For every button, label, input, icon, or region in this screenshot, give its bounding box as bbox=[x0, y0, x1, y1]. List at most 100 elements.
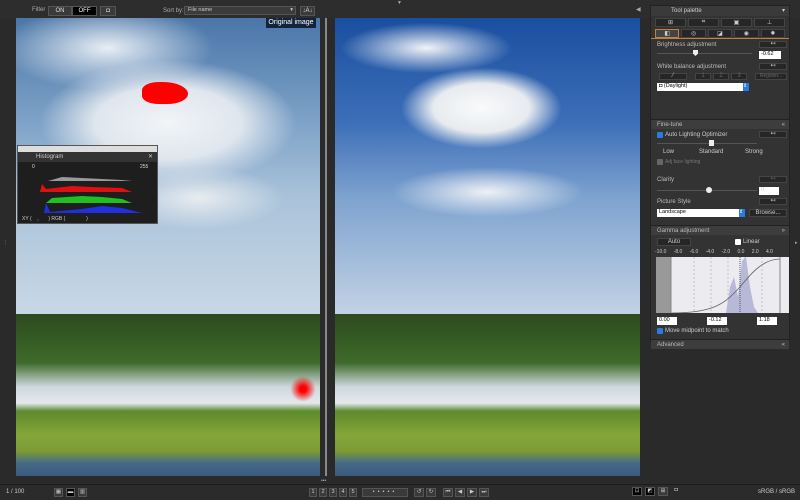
gamma-header[interactable]: Gamma adjustment» bbox=[651, 225, 789, 235]
af-point-icon[interactable]: ⊡ bbox=[632, 487, 642, 496]
brightness-slider[interactable] bbox=[657, 53, 752, 54]
alo-slider-thumb[interactable] bbox=[709, 140, 714, 146]
rating-2-button[interactable]: 2 bbox=[319, 488, 327, 497]
tick: 2.0 bbox=[751, 249, 759, 255]
brightness-reset-button[interactable]: ↤ bbox=[759, 41, 787, 48]
rotate-right-icon[interactable]: ↻ bbox=[426, 488, 436, 497]
black-point-input[interactable]: 0.00 bbox=[657, 317, 677, 325]
filter-on-button[interactable]: ON bbox=[48, 6, 72, 16]
wb-reset-button[interactable]: ↤ bbox=[759, 63, 787, 70]
split-divider[interactable] bbox=[325, 18, 327, 476]
histogram-chart bbox=[40, 177, 142, 213]
expand-left-icon[interactable]: ⋮ bbox=[3, 240, 8, 246]
alo-reset-button[interactable]: ↤ bbox=[759, 131, 787, 138]
wb-preset-1[interactable]: 1 bbox=[695, 73, 711, 80]
filter-label: Filter bbox=[32, 7, 46, 13]
clarity-reset-button[interactable]: ↤ bbox=[759, 176, 787, 183]
picture-style-select[interactable]: Landscape ⇕ bbox=[657, 209, 745, 217]
star-rating[interactable]: ••••• bbox=[362, 488, 408, 497]
brightness-slider-thumb[interactable] bbox=[693, 50, 698, 56]
picture-style-reset-button[interactable]: ↤ bbox=[759, 198, 787, 205]
camera-icon[interactable]: ◘ bbox=[671, 487, 681, 496]
luma-histogram bbox=[48, 177, 132, 181]
rating-1-button[interactable]: 1 bbox=[309, 488, 317, 497]
original-image-label: Original image bbox=[266, 18, 316, 28]
tick: -4.0 bbox=[705, 249, 715, 255]
alo-slider[interactable] bbox=[657, 143, 757, 144]
rating-5-button[interactable]: 5 bbox=[349, 488, 357, 497]
linear-checkbox[interactable] bbox=[735, 239, 741, 245]
gamma-curve-graph[interactable] bbox=[656, 257, 789, 313]
grid-overlay-icon[interactable]: ⊞ bbox=[658, 487, 668, 496]
expand-right-icon[interactable]: ▸ bbox=[795, 240, 798, 246]
original-image[interactable]: Original image bbox=[16, 18, 320, 476]
compare-view-icon[interactable]: ▥ bbox=[78, 488, 87, 497]
rating-buttons: 1 2 3 4 5 bbox=[309, 488, 357, 497]
tab-exposure[interactable]: ◧ bbox=[655, 29, 680, 38]
rotate-left-icon[interactable]: ↺ bbox=[414, 488, 424, 497]
basic-section: Brightness adjustment ↤ -0.62 White bala… bbox=[651, 39, 789, 119]
wb-preset-3[interactable]: 3 bbox=[731, 73, 747, 80]
highlight-warning bbox=[288, 374, 318, 404]
white-point-input[interactable]: 1.18 bbox=[757, 317, 777, 325]
grid-view-icon[interactable]: ▦ bbox=[54, 488, 63, 497]
brightness-label: Brightness adjustment bbox=[657, 42, 717, 48]
tab-lens[interactable]: ◎ bbox=[681, 29, 706, 38]
tab-color[interactable]: ◉ bbox=[734, 29, 759, 38]
clarity-slider-thumb[interactable] bbox=[706, 187, 712, 193]
alo-checkbox[interactable] bbox=[657, 132, 663, 138]
fine-tune-header[interactable]: Fine-tune « bbox=[651, 119, 789, 129]
wb-preset-2[interactable]: 2 bbox=[713, 73, 729, 80]
edited-image[interactable] bbox=[335, 18, 640, 476]
tab-crop[interactable]: ⌗ bbox=[688, 18, 719, 27]
xy-sep: , bbox=[37, 216, 39, 222]
sort-select[interactable]: File name ▾ bbox=[184, 6, 296, 15]
tick: -6.0 bbox=[689, 249, 699, 255]
wb-eyedropper-button[interactable]: ⁄ bbox=[659, 73, 687, 80]
tab-settings[interactable]: ✹ bbox=[760, 29, 786, 38]
collapse-top-icon[interactable]: ▼ bbox=[397, 0, 402, 6]
first-image-icon[interactable]: ⏮ bbox=[443, 488, 453, 497]
midpoint-input[interactable]: -0.12 bbox=[707, 317, 727, 325]
tick: -8.0 bbox=[673, 249, 683, 255]
histogram-window[interactable]: Histogram ✕ 0 255 XY ( , ) RGB ( ) bbox=[17, 145, 158, 224]
collapse-left-icon[interactable]: ◀ bbox=[636, 6, 641, 13]
brightness-input[interactable]: -0.62 bbox=[759, 51, 781, 59]
gamma-auto-button[interactable]: Auto bbox=[657, 238, 691, 246]
filter-off-button[interactable]: OFF bbox=[72, 6, 97, 16]
advanced-title: Advanced bbox=[657, 342, 684, 348]
sort-order-button[interactable]: ↓A↓ bbox=[300, 6, 315, 16]
fine-tune-section: Auto Lighting Optimizer ↤ Low Standard S… bbox=[651, 129, 789, 225]
drag-handle-icon[interactable]: ••• bbox=[321, 478, 326, 484]
sky bbox=[335, 18, 640, 318]
tab-curve[interactable]: ◪ bbox=[707, 29, 733, 38]
single-view-icon[interactable]: ▬ bbox=[66, 488, 75, 497]
chevron-down-icon[interactable]: ▾ bbox=[782, 6, 785, 16]
browse-button[interactable]: Browse... bbox=[749, 209, 787, 217]
face-lighting-checkbox[interactable] bbox=[657, 159, 663, 165]
advanced-header[interactable]: Advanced « bbox=[651, 339, 789, 349]
white-balance-select[interactable]: ◘ (Daylight) ⇕ bbox=[657, 83, 749, 91]
collapse-icon: « bbox=[781, 342, 785, 348]
chevron-updown-icon: ⇕ bbox=[739, 209, 745, 217]
close-icon[interactable]: ✕ bbox=[148, 152, 153, 162]
tab-dust[interactable]: ▣ bbox=[721, 18, 752, 27]
rating-4-button[interactable]: 4 bbox=[339, 488, 347, 497]
last-image-icon[interactable]: ⏭ bbox=[479, 488, 489, 497]
tab-stamp[interactable]: ⊥ bbox=[754, 18, 785, 27]
filter-settings-button[interactable]: ◘ bbox=[100, 6, 116, 16]
highlight-warning-icon[interactable]: ◩ bbox=[645, 487, 655, 496]
sort-value: File name bbox=[188, 7, 213, 13]
tool-tabs-row2: ◧ ◎ ◪ ◉ ✹ bbox=[651, 29, 789, 39]
move-midpoint-checkbox[interactable] bbox=[657, 328, 663, 334]
tab-basic[interactable]: ⊞ bbox=[655, 18, 686, 27]
camera-icon: ◘ bbox=[106, 8, 110, 14]
wb-register-button[interactable]: Register... bbox=[755, 73, 787, 80]
display-buttons: ⊡ ◩ ⊞ ◘ bbox=[632, 487, 681, 496]
previous-image-icon[interactable]: ◀ bbox=[455, 488, 465, 497]
rating-3-button[interactable]: 3 bbox=[329, 488, 337, 497]
clarity-input[interactable]: 0 bbox=[759, 187, 779, 195]
picture-style-label: Picture Style bbox=[657, 199, 691, 205]
next-image-icon[interactable]: ▶ bbox=[467, 488, 477, 497]
tool-palette: Tool palette ▾ ⊞ ⌗ ▣ ⊥ ◧ ◎ ◪ ◉ ✹ Brightne… bbox=[650, 5, 790, 349]
